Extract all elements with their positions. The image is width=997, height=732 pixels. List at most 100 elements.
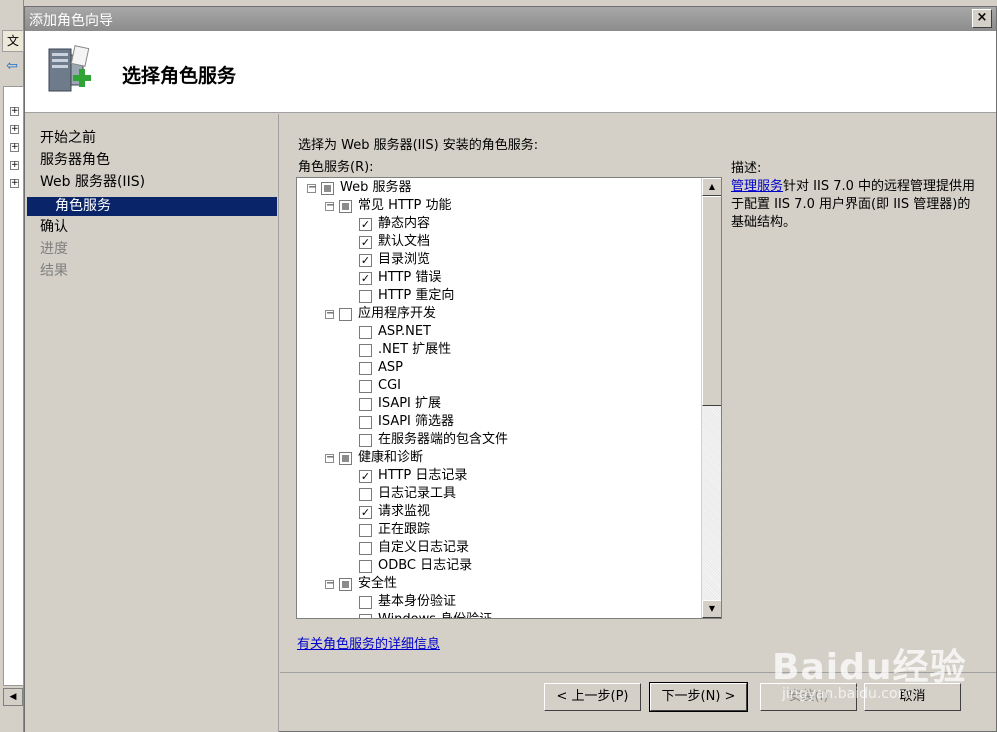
role-service-checkbox[interactable]: [359, 344, 372, 357]
scroll-left-button[interactable]: ◀: [3, 688, 23, 706]
collapse-minus-icon[interactable]: −: [325, 201, 334, 211]
role-service-checkbox[interactable]: ✓: [359, 218, 372, 231]
scroll-down-button[interactable]: ▼: [702, 600, 721, 618]
tree-row[interactable]: ✓ HTTP 日志记录: [297, 467, 697, 485]
tree-row[interactable]: .NET 扩展性: [297, 341, 697, 359]
role-service-checkbox[interactable]: [359, 290, 372, 303]
nav-step-web-server-iis[interactable]: Web 服务器(IIS): [40, 172, 145, 192]
expand-plus-icon[interactable]: +: [10, 179, 19, 188]
role-services-tree[interactable]: − Web 服务器 − 常见 HTTP 功能 ✓ 静态内容 ✓ 默认文档 ✓ 目录浏览 ✓ HTTP …: [296, 177, 722, 619]
role-service-checkbox[interactable]: ✓: [359, 272, 372, 285]
role-service-checkbox[interactable]: [359, 416, 372, 429]
role-service-checkbox[interactable]: ✓: [359, 236, 372, 249]
tree-row[interactable]: ISAPI 筛选器: [297, 413, 697, 431]
add-roles-wizard-dialog: 添加角色向导 × 选择角色服务 开始之前 服务器角色 Web 服务器(IIS) …: [24, 6, 997, 732]
role-service-checkbox[interactable]: [339, 578, 352, 591]
role-service-checkbox[interactable]: [339, 452, 352, 465]
role-service-checkbox[interactable]: [359, 326, 372, 339]
next-button[interactable]: 下一步(N) >: [649, 682, 748, 712]
tree-row-label: CGI: [378, 378, 401, 393]
role-service-checkbox[interactable]: [359, 488, 372, 501]
tree-row[interactable]: CGI: [297, 377, 697, 395]
tree-row[interactable]: − 常见 HTTP 功能: [297, 197, 697, 215]
role-service-checkbox[interactable]: [359, 560, 372, 573]
description-body: 管理服务针对 IIS 7.0 中的远程管理提供用于配置 IIS 7.0 用户界面…: [731, 178, 976, 232]
tree-row[interactable]: ✓ 静态内容: [297, 215, 697, 233]
role-service-checkbox[interactable]: [359, 614, 372, 618]
tree-row-label: Web 服务器: [340, 180, 412, 195]
expand-plus-icon[interactable]: +: [10, 125, 19, 134]
role-service-checkbox[interactable]: [359, 380, 372, 393]
tree-row[interactable]: HTTP 重定向: [297, 287, 697, 305]
tree-row-label: 日志记录工具: [378, 486, 457, 501]
tree-row[interactable]: ✓ HTTP 错误: [297, 269, 697, 287]
nav-step-confirmation[interactable]: 确认: [40, 217, 68, 237]
collapse-minus-icon[interactable]: −: [307, 183, 316, 193]
close-button[interactable]: ×: [972, 9, 992, 28]
tree-row-label: 基本身份验证: [378, 594, 457, 609]
tree-row[interactable]: ✓ 目录浏览: [297, 251, 697, 269]
tree-row-label: 请求监视: [378, 504, 431, 519]
tree-row[interactable]: ASP: [297, 359, 697, 377]
role-service-checkbox[interactable]: [359, 434, 372, 447]
expand-plus-icon[interactable]: +: [10, 161, 19, 170]
tree-row[interactable]: 正在跟踪: [297, 521, 697, 539]
cancel-button[interactable]: 取消: [864, 683, 961, 711]
tree-row[interactable]: ISAPI 扩展: [297, 395, 697, 413]
expand-plus-icon[interactable]: +: [10, 107, 19, 116]
role-service-checkbox[interactable]: [321, 182, 334, 195]
description-title: 描述:: [731, 161, 762, 176]
tree-row-label: .NET 扩展性: [378, 342, 452, 357]
expand-plus-icon[interactable]: +: [10, 143, 19, 152]
nav-step-server-roles[interactable]: 服务器角色: [40, 150, 110, 170]
tree-row-label: HTTP 重定向: [378, 288, 455, 303]
tree-row[interactable]: − 安全性: [297, 575, 697, 593]
tree-row[interactable]: ODBC 日志记录: [297, 557, 697, 575]
tree-row[interactable]: 在服务器端的包含文件: [297, 431, 697, 449]
vertical-scrollbar[interactable]: ▲ ▼: [701, 178, 721, 618]
tree-row-label: ASP.NET: [378, 324, 431, 339]
tree-row[interactable]: 日志记录工具: [297, 485, 697, 503]
tree-row-label: 在服务器端的包含文件: [378, 432, 509, 447]
tree-row[interactable]: − 应用程序开发: [297, 305, 697, 323]
scroll-thumb[interactable]: [702, 196, 721, 406]
role-service-checkbox[interactable]: [359, 398, 372, 411]
nav-step-before-you-begin[interactable]: 开始之前: [40, 128, 96, 148]
tree-row-label: 静态内容: [378, 216, 431, 231]
tree-row[interactable]: − Web 服务器: [297, 179, 697, 197]
server-role-icon: [48, 45, 91, 92]
scroll-up-button[interactable]: ▲: [702, 178, 721, 196]
collapse-minus-icon[interactable]: −: [325, 579, 334, 589]
wizard-header: 选择角色服务: [25, 31, 996, 113]
tree-row-label: 正在跟踪: [378, 522, 431, 537]
role-service-checkbox[interactable]: [339, 308, 352, 321]
role-service-checkbox[interactable]: [359, 524, 372, 537]
role-service-checkbox[interactable]: [359, 362, 372, 375]
back-arrow-icon[interactable]: ⇦: [3, 58, 21, 74]
role-service-checkbox[interactable]: ✓: [359, 506, 372, 519]
role-service-checkbox[interactable]: [359, 596, 372, 609]
role-service-checkbox[interactable]: [359, 542, 372, 555]
management-service-link[interactable]: 管理服务: [731, 179, 783, 194]
role-service-checkbox[interactable]: ✓: [359, 470, 372, 483]
tree-row[interactable]: ✓ 默认文档: [297, 233, 697, 251]
tree-row-label: ISAPI 扩展: [378, 396, 442, 411]
nav-step-role-services[interactable]: 角色服务: [27, 197, 277, 216]
tree-row[interactable]: ASP.NET: [297, 323, 697, 341]
collapse-minus-icon[interactable]: −: [325, 453, 334, 463]
more-info-link[interactable]: 有关角色服务的详细信息: [297, 633, 440, 652]
back-button[interactable]: < 上一步(P): [544, 683, 641, 711]
role-service-checkbox[interactable]: [339, 200, 352, 213]
role-service-checkbox[interactable]: ✓: [359, 254, 372, 267]
tree-row[interactable]: ✓ 请求监视: [297, 503, 697, 521]
tree-row[interactable]: 自定义日志记录: [297, 539, 697, 557]
tree-row[interactable]: − 健康和诊断: [297, 449, 697, 467]
title-bar[interactable]: 添加角色向导 ×: [25, 7, 996, 31]
collapse-minus-icon[interactable]: −: [325, 309, 334, 319]
tree-row-label: HTTP 错误: [378, 270, 442, 285]
tree-row[interactable]: 基本身份验证: [297, 593, 697, 611]
background-menu-item[interactable]: 文: [2, 30, 24, 52]
wizard-steps-nav: 开始之前 服务器角色 Web 服务器(IIS) 角色服务 确认 进度 结果: [25, 114, 279, 732]
tree-row-label: 健康和诊断: [358, 450, 424, 465]
tree-row[interactable]: Windows 身份验证: [297, 611, 697, 618]
